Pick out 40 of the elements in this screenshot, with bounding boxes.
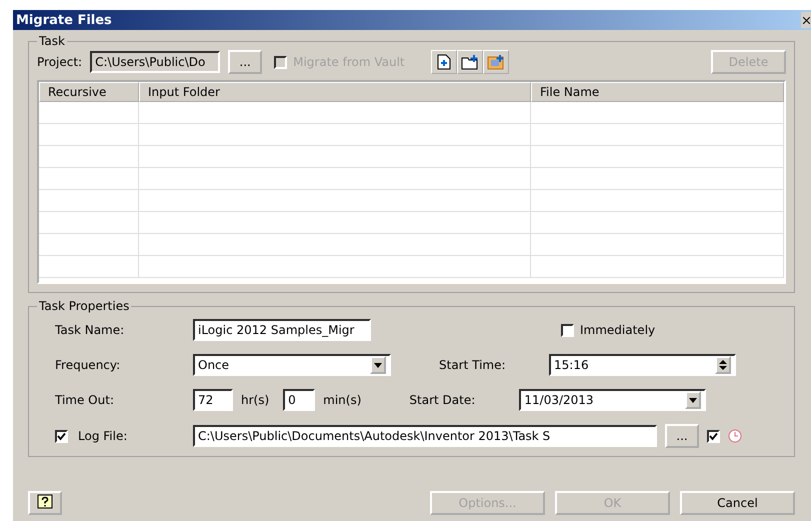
- group-title: Task: [38, 34, 66, 48]
- window-title: Migrate Files: [16, 12, 112, 28]
- checkbox[interactable]: [55, 430, 68, 442]
- frequency-dropdown[interactable]: Once: [193, 354, 391, 376]
- field-label: Frequency:: [55, 358, 122, 372]
- project-field[interactable]: C:\Users\Public\Do: [90, 51, 220, 73]
- hours-field[interactable]: 72: [193, 389, 233, 411]
- close-icon[interactable]: [801, 12, 811, 28]
- clock-icon[interactable]: [728, 429, 742, 443]
- checkbox-label: Immediately: [580, 323, 656, 337]
- group-title: Task Properties: [38, 299, 130, 313]
- field-label: Time Out:: [55, 393, 115, 407]
- checkbox-label: Log File:: [78, 429, 128, 443]
- spinner-icon[interactable]: [715, 356, 731, 374]
- minutes-field[interactable]: 0: [283, 389, 316, 411]
- column-header[interactable]: Input Folder: [139, 82, 531, 102]
- field-label: Task Name:: [55, 323, 126, 337]
- dialog-button[interactable]: Cancel: [680, 491, 795, 515]
- unit-label: hr(s): [241, 393, 270, 407]
- field-label: Start Date:: [409, 393, 476, 407]
- new-folder-icon[interactable]: [456, 50, 483, 74]
- help-icon: [37, 494, 53, 510]
- unit-label: min(s): [323, 393, 362, 407]
- project-label: Project:: [37, 55, 82, 69]
- browse-button[interactable]: ...: [228, 50, 262, 74]
- help-button[interactable]: [28, 491, 62, 515]
- caret-icon: [689, 398, 698, 402]
- log-file-field[interactable]: C:\Users\Public\Documents\Autodesk\Inventor 2013\Task S: [193, 425, 657, 447]
- checkbox[interactable]: [561, 324, 574, 336]
- start-date-dropdown[interactable]: 11/03/2013: [519, 389, 706, 411]
- new-file-icon[interactable]: [430, 50, 457, 74]
- browse-button[interactable]: ...: [665, 424, 699, 448]
- column-header[interactable]: Recursive: [39, 82, 139, 102]
- start-time-field[interactable]: 15:16: [549, 354, 736, 376]
- caret-icon: [374, 362, 382, 368]
- add-image-icon[interactable]: [482, 50, 509, 74]
- field-label: Start Time:: [439, 358, 507, 372]
- column-header[interactable]: File Name: [531, 82, 784, 102]
- checkbox[interactable]: [707, 430, 720, 442]
- task-name-field[interactable]: iLogic 2012 Samples_Migr: [193, 319, 371, 341]
